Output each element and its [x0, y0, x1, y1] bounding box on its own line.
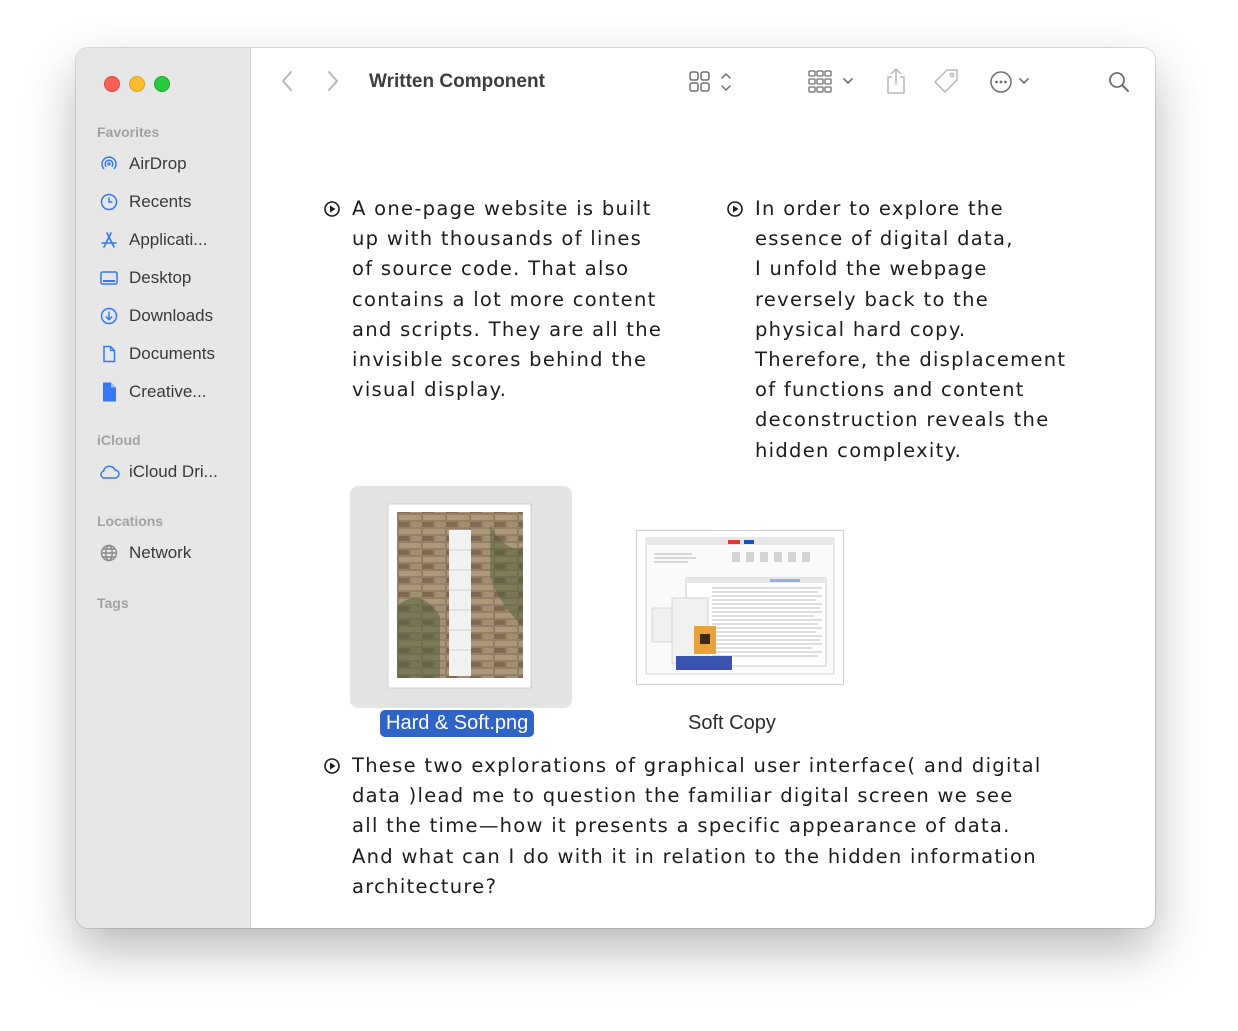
search-button[interactable]: [1106, 70, 1132, 98]
view-mode-button[interactable]: [688, 70, 740, 98]
search-icon: [1107, 70, 1131, 99]
sidebar-item-label: Network: [129, 543, 192, 562]
document-thumbnail: [636, 530, 844, 685]
sidebar-item-label: AirDrop: [129, 154, 187, 173]
globe-icon: [98, 542, 120, 564]
text-line: These two explorations of graphical user…: [352, 754, 1042, 777]
back-button[interactable]: [276, 70, 298, 96]
text-line: Therefore, the displacement: [755, 348, 1067, 372]
sidebar-item-network[interactable]: Network: [98, 539, 243, 567]
sidebar-item-label: Downloads: [129, 306, 214, 325]
sidebar: Favorites AirDrop Recents Applicati... D…: [76, 48, 251, 928]
sidebar-item-label: Creative...: [129, 382, 207, 401]
window-title: Written Component: [369, 71, 545, 92]
text-line: visual display.: [352, 378, 508, 402]
downloads-icon: [98, 305, 120, 327]
text-line: up with thousands of lines: [352, 227, 643, 251]
text-line: of functions and content: [755, 378, 1025, 402]
chevron-left-icon: [280, 70, 294, 97]
clock-icon: [98, 191, 120, 213]
chevron-right-icon: [326, 70, 340, 97]
minimize-window-button[interactable]: [129, 76, 145, 92]
ellipsis-circle-icon: [989, 69, 1039, 100]
text-line: reversely back to the: [755, 287, 990, 311]
text-line: and scripts. They are all the: [352, 317, 663, 341]
sidebar-item-icloud-drive[interactable]: iCloud Dri...: [98, 458, 243, 486]
text-line: A one-page website is built: [352, 197, 652, 220]
file-icon: [98, 381, 120, 403]
share-button[interactable]: [883, 67, 909, 100]
group-icon: [808, 69, 858, 100]
play-circle-icon: [727, 201, 743, 217]
text-line: of source code. That also: [352, 257, 630, 281]
applications-icon: [98, 229, 120, 251]
icon-view-icon: [688, 69, 740, 100]
sidebar-item-documents[interactable]: Documents: [98, 340, 243, 368]
sidebar-item-creative[interactable]: Creative...: [98, 378, 243, 406]
text-line: data )lead me to question the familiar d…: [352, 784, 1014, 808]
file-area: A one-page website is built up with thou…: [250, 120, 1155, 928]
more-actions-button[interactable]: [989, 70, 1039, 98]
text-line: hidden complexity.: [755, 438, 963, 462]
section-locations: Locations: [97, 513, 164, 529]
zoom-window-button[interactable]: [154, 76, 170, 92]
text-line: And what can I do with it in relation to…: [352, 844, 1037, 868]
sidebar-item-downloads[interactable]: Downloads: [98, 302, 243, 330]
sidebar-item-recents[interactable]: Recents: [98, 188, 243, 216]
section-icloud: iCloud: [97, 432, 141, 448]
file-item-hard-soft[interactable]: [350, 486, 572, 708]
close-window-button[interactable]: [104, 76, 120, 92]
toolbar: Written Component: [250, 48, 1155, 120]
play-circle-icon: [324, 201, 340, 217]
text-line: all the time—how it presents a specific …: [352, 814, 1011, 838]
text-line: deconstruction reveals the: [755, 408, 1050, 432]
file-name-label: Hard & Soft.png: [380, 710, 535, 737]
forward-button[interactable]: [322, 70, 344, 96]
text-line: invisible scores behind the: [352, 348, 648, 372]
desktop-icon: [98, 267, 120, 289]
play-circle-icon: [324, 758, 340, 774]
tag-button[interactable]: [931, 68, 961, 98]
airdrop-icon: [98, 153, 120, 175]
text-line: In order to explore the: [755, 197, 1004, 220]
text-line: physical hard copy.: [755, 317, 967, 341]
sidebar-item-label: Desktop: [129, 268, 192, 287]
image-thumbnail: [387, 503, 532, 689]
file-item-soft-copy[interactable]: [636, 530, 844, 685]
text-line: I unfold the webpage: [755, 257, 988, 281]
cloud-icon: [98, 461, 120, 483]
sidebar-item-label: iCloud Dri...: [129, 462, 218, 481]
document-icon: [98, 343, 120, 365]
text-line: architecture?: [352, 874, 498, 898]
finder-window: Favorites AirDrop Recents Applicati... D…: [76, 48, 1155, 928]
sidebar-item-desktop[interactable]: Desktop: [98, 264, 243, 292]
tag-icon: [932, 67, 960, 100]
text-line: essence of digital data,: [755, 227, 1014, 251]
file-name-label: Soft Copy: [688, 712, 776, 734]
section-tags: Tags: [97, 595, 129, 611]
sidebar-item-label: Applicati...: [129, 230, 208, 249]
group-by-button[interactable]: [808, 69, 858, 100]
text-line: contains a lot more content: [352, 287, 657, 311]
sidebar-item-airdrop[interactable]: AirDrop: [98, 150, 243, 178]
sidebar-item-applications[interactable]: Applicati...: [98, 226, 243, 254]
share-icon: [884, 67, 908, 100]
section-favorites: Favorites: [97, 124, 160, 140]
sidebar-item-label: Recents: [129, 192, 192, 211]
sidebar-item-label: Documents: [129, 344, 215, 363]
